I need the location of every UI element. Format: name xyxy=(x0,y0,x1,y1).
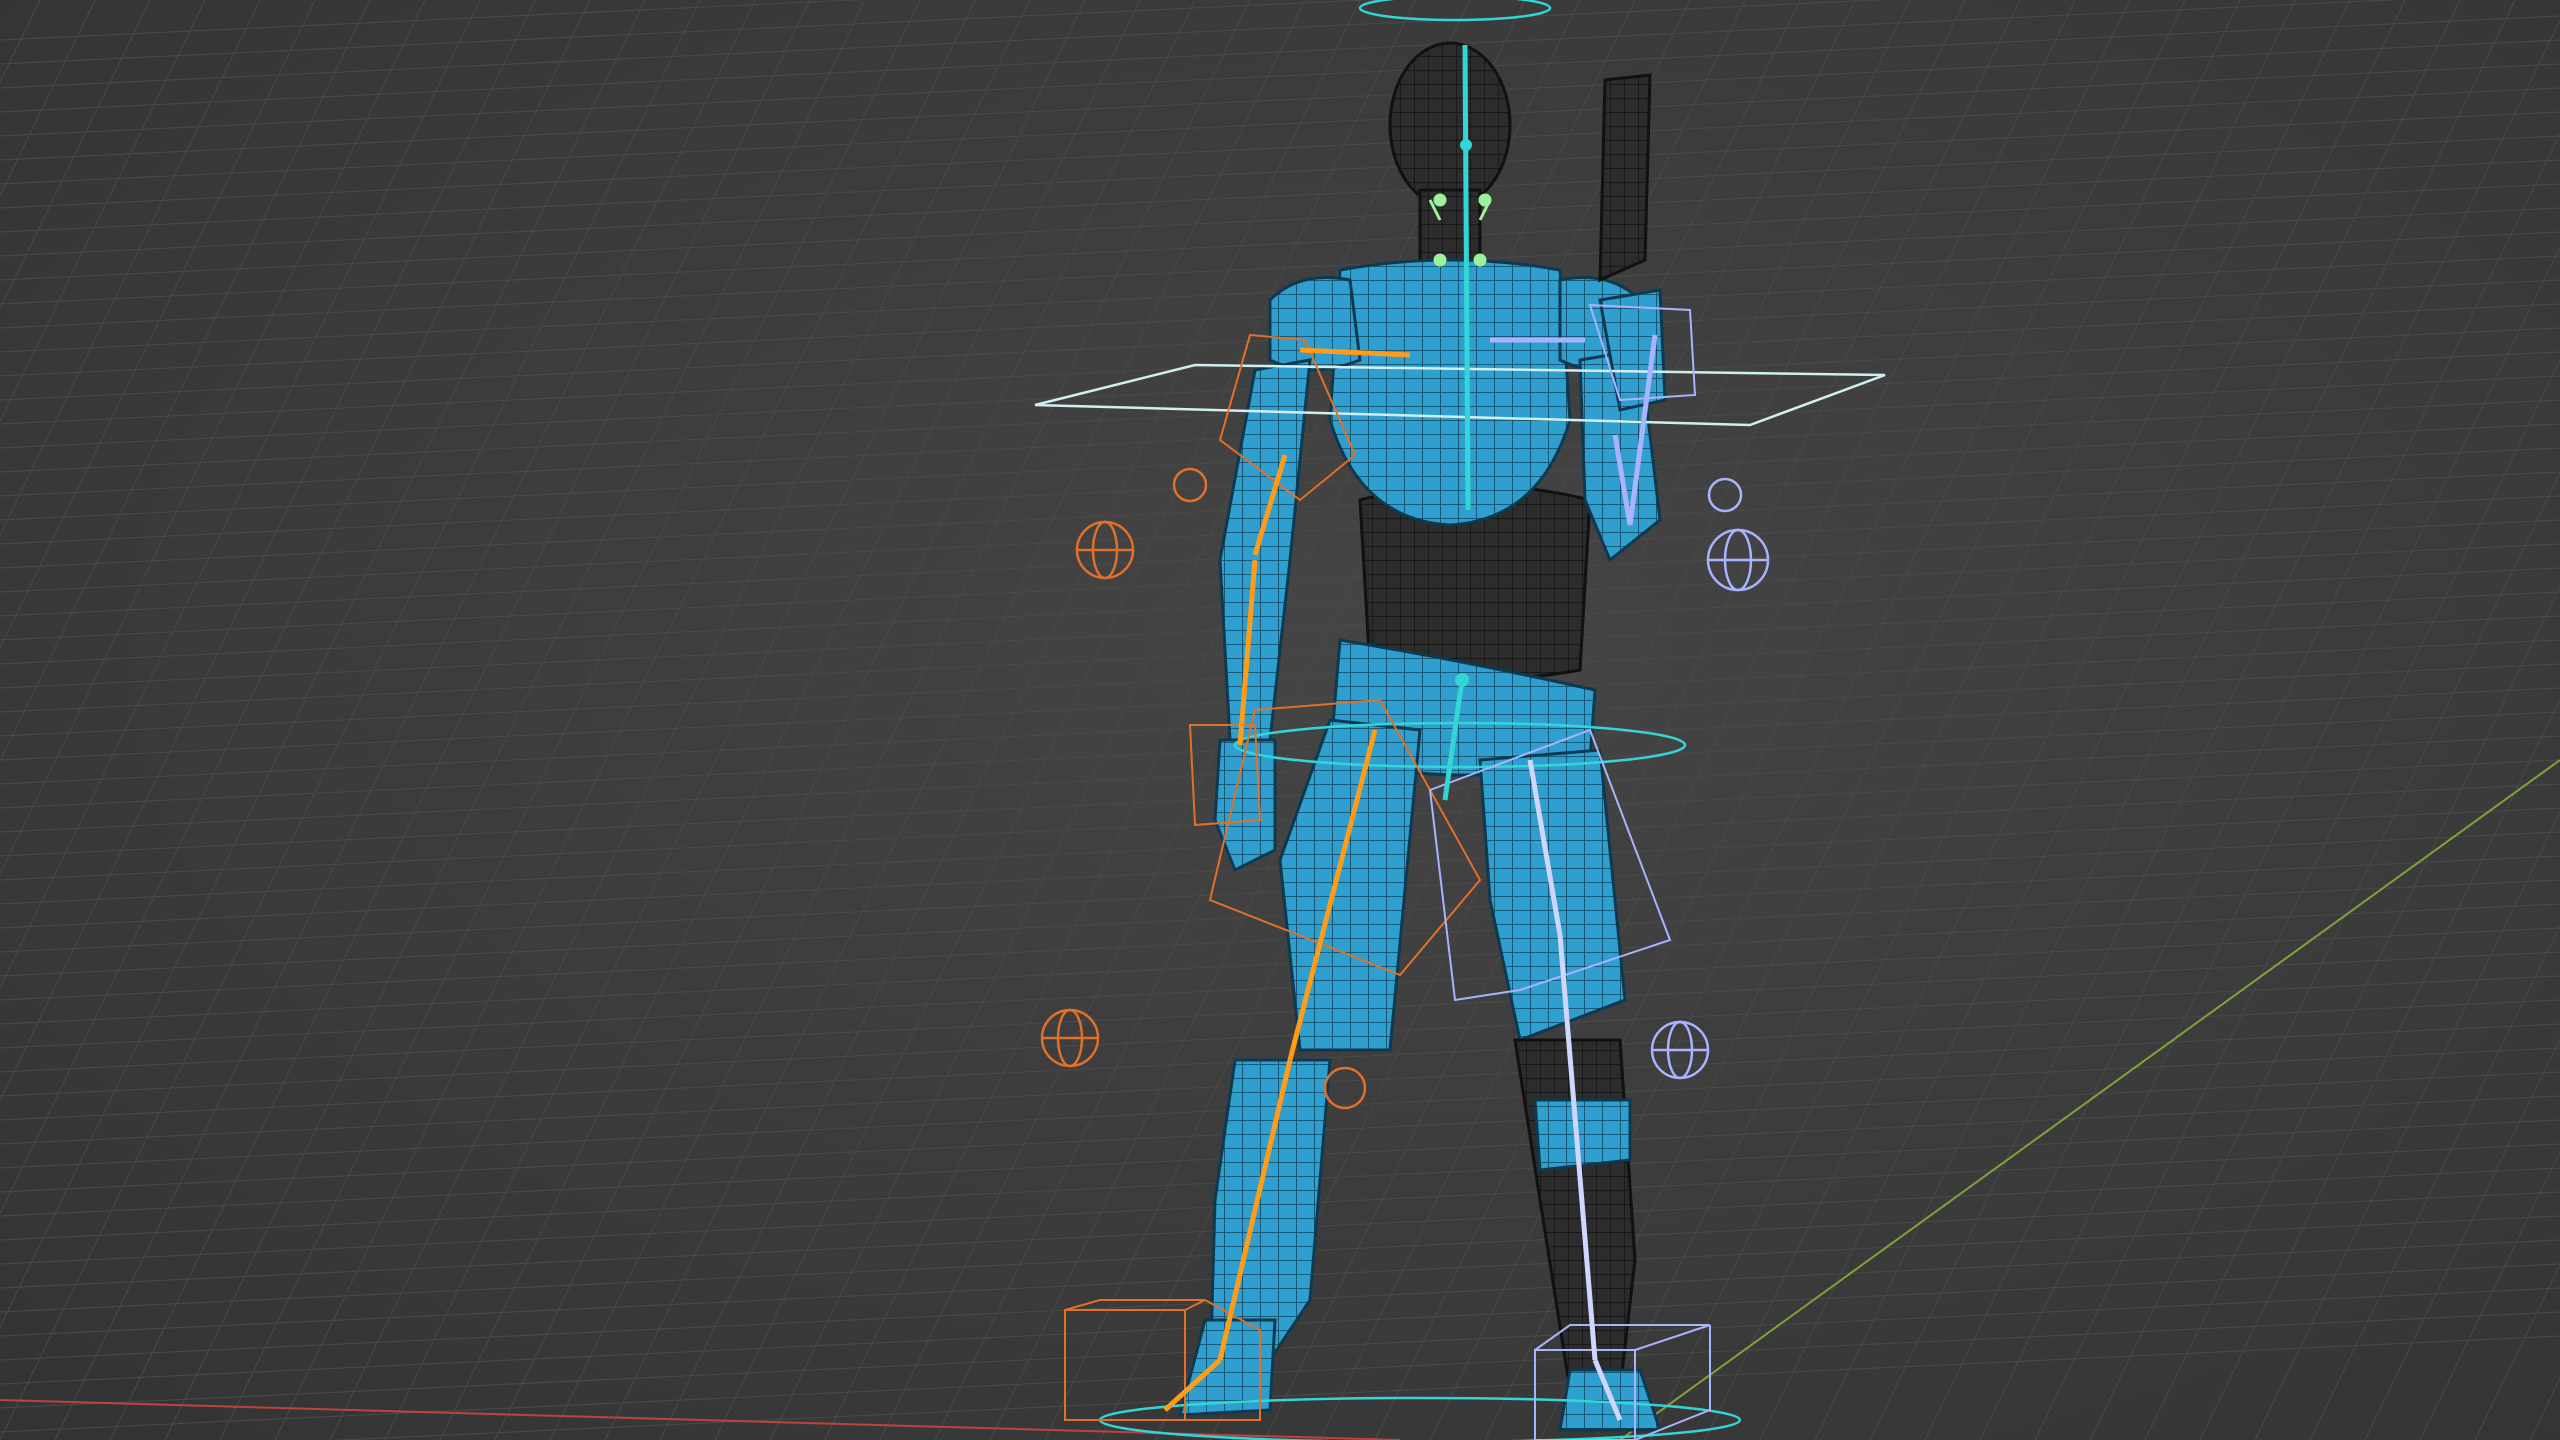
scene-svg[interactable] xyxy=(0,0,2560,1440)
grid-line xyxy=(1979,245,2560,1440)
grid-line xyxy=(2089,471,2560,1440)
grid-line xyxy=(2254,811,2560,1440)
left-knee-helper[interactable] xyxy=(1323,1066,1367,1110)
grid-line xyxy=(0,0,206,423)
grid-line xyxy=(0,0,536,1102)
grid-line xyxy=(0,63,2560,185)
grid-line xyxy=(1594,0,2296,1440)
right-knee-pole-target[interactable] xyxy=(1650,1020,1710,1080)
grid-line xyxy=(0,0,426,876)
grid-line xyxy=(0,0,96,197)
grid-line xyxy=(604,0,1306,1440)
grid-line xyxy=(0,15,2560,137)
weapon-mesh xyxy=(1598,73,1652,283)
grid-line xyxy=(274,0,976,1440)
grid-line xyxy=(0,879,2560,1001)
grid-line xyxy=(1704,0,2406,1440)
y-axis-line xyxy=(1619,759,2560,1440)
spine-bone[interactable] xyxy=(1462,44,1471,511)
neck-mesh xyxy=(1418,188,1482,272)
grid-line xyxy=(0,0,646,1329)
grid-line xyxy=(439,0,1141,1440)
grid-line xyxy=(54,0,756,1440)
grid-line xyxy=(330,1335,2560,1440)
grid-line xyxy=(0,663,2560,785)
grid-line xyxy=(1869,19,2560,1440)
grid-line xyxy=(0,39,2560,161)
grid-line xyxy=(0,159,2560,281)
3d-viewport[interactable] xyxy=(0,0,2560,1440)
left-knee-pole-target[interactable] xyxy=(1040,1008,1100,1068)
head-mesh xyxy=(1388,41,1512,209)
grid-line xyxy=(2144,585,2560,1440)
grid-line xyxy=(0,831,2560,953)
grid-line xyxy=(0,111,2560,233)
grid-line xyxy=(0,735,2560,857)
grid-line xyxy=(219,0,921,1440)
right-shoulder-target[interactable] xyxy=(1707,477,1743,513)
grid-line xyxy=(2034,358,2560,1440)
grid-line xyxy=(0,0,316,650)
left-elbow-pole-target[interactable] xyxy=(1075,520,1135,580)
neck-joint[interactable] xyxy=(1460,139,1472,151)
grid-line xyxy=(549,0,1251,1440)
grid-line xyxy=(164,0,866,1440)
left-hand-mesh xyxy=(1213,738,1277,873)
hip-joint[interactable] xyxy=(1455,673,1469,687)
grid-line xyxy=(0,87,2560,209)
chest-armor-mesh xyxy=(1328,258,1572,527)
left-arm-mesh xyxy=(1218,358,1312,742)
grid-line xyxy=(0,0,2401,113)
grid-line xyxy=(2474,1263,2560,1440)
grid-line xyxy=(2309,924,2560,1440)
grid-line xyxy=(109,0,811,1440)
grid-line xyxy=(384,0,1086,1440)
grid-line xyxy=(0,0,1889,89)
grid-line xyxy=(2419,1150,2560,1440)
grid-line xyxy=(0,927,2560,1049)
grid-line xyxy=(0,951,2560,1073)
grid-line xyxy=(2529,1377,2560,1440)
grid-line xyxy=(0,687,2560,809)
grid-line xyxy=(1649,0,2351,1440)
right-calf-armor-mesh xyxy=(1533,1098,1632,1172)
grid-line xyxy=(1759,0,2461,1440)
left-thigh-mesh xyxy=(1278,718,1422,1052)
grid-line xyxy=(329,0,1031,1440)
grid-line xyxy=(0,135,2560,257)
grid-line xyxy=(0,903,2560,1025)
left-shoulder-mesh xyxy=(1268,276,1362,372)
head-control-ring[interactable] xyxy=(1358,0,1552,22)
